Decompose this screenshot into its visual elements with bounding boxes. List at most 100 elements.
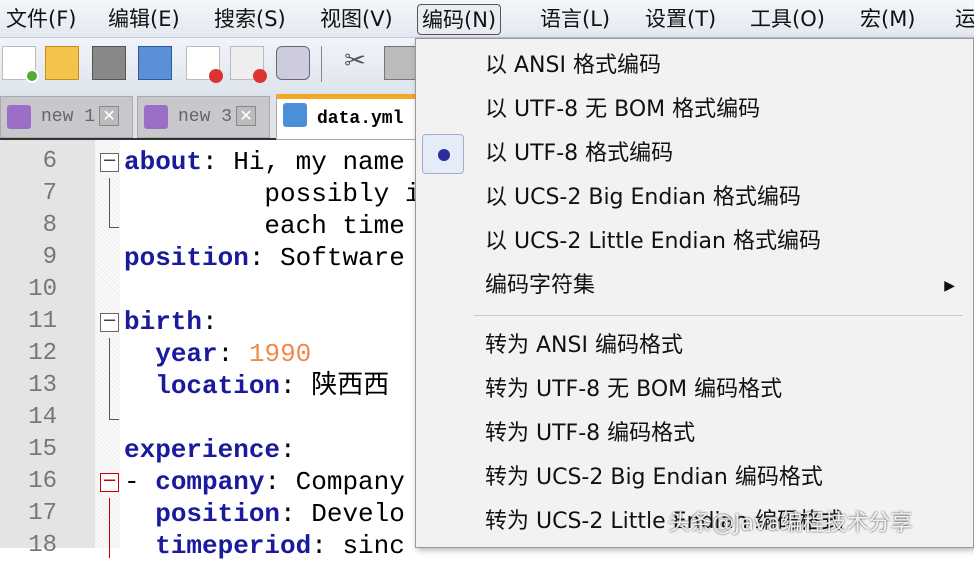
copy-icon[interactable]: [384, 46, 418, 80]
item-label: 以 ANSI 格式编码: [485, 53, 661, 78]
menu-item-convert-utf8-no-bom[interactable]: 转为 UTF-8 无 BOM 编码格式: [416, 368, 974, 412]
menu-search[interactable]: 搜索(S): [210, 4, 290, 35]
yaml-value: : Company: [264, 467, 405, 497]
yaml-key: year: [155, 339, 218, 369]
line-number: 9: [42, 244, 57, 271]
menu-item-convert-utf8[interactable]: 转为 UTF-8 编码格式: [416, 412, 974, 456]
yaml-value: :: [202, 307, 218, 337]
yaml-value: : 陕西西: [280, 371, 390, 401]
file-icon: [7, 105, 31, 129]
line-number: 15: [28, 436, 57, 463]
code-text: timeperiod: sinc: [124, 530, 405, 562]
menu-separator: [474, 315, 963, 316]
yaml-key: timeperiod: [155, 531, 312, 561]
yaml-key: about: [124, 147, 203, 177]
code-text: possibly im: [124, 178, 436, 210]
menu-edit[interactable]: 编辑(E): [104, 4, 184, 35]
menu-item-encode-utf8[interactable]: 以 UTF-8 格式编码: [416, 132, 974, 176]
menu-item-convert-ucs2-be[interactable]: 转为 UCS-2 Big Endian 编码格式: [416, 456, 974, 500]
line-number: 8: [42, 212, 57, 239]
menu-bar: 文件(F) 编辑(E) 搜索(S) 视图(V) 编码(N) 语言(L) 设置(T…: [0, 0, 974, 38]
menu-item-encode-ucs2-be[interactable]: 以 UCS-2 Big Endian 格式编码: [416, 176, 974, 220]
print-icon[interactable]: [276, 46, 310, 80]
yaml-value: : Develo: [280, 499, 405, 529]
item-label: 转为 ANSI 编码格式: [485, 333, 683, 358]
code-text: - company: Company: [124, 466, 405, 498]
tab-new-3[interactable]: new 3 ✕: [137, 96, 270, 138]
file-icon: [283, 103, 307, 127]
encoding-dropdown-menu: 以 ANSI 格式编码 以 UTF-8 无 BOM 格式编码 以 UTF-8 格…: [415, 38, 974, 548]
submenu-arrow-icon: ▶: [944, 278, 955, 294]
yaml-value: : Software: [248, 243, 405, 273]
code-text: location: 陕西西: [124, 370, 389, 402]
code-text: each time I: [124, 210, 436, 242]
radio-selected-icon: [422, 134, 464, 174]
tab-label: new 3: [178, 107, 233, 127]
close-all-icon[interactable]: [230, 46, 267, 83]
tab-close-icon[interactable]: ✕: [236, 106, 257, 127]
yaml-key: location: [155, 371, 281, 401]
code-text: birth:: [124, 306, 218, 338]
yaml-number: 1990: [248, 339, 312, 369]
item-label: 以 UCS-2 Little Endian 格式编码: [485, 229, 821, 254]
close-icon[interactable]: [186, 46, 223, 83]
item-label: 转为 UCS-2 Big Endian 编码格式: [485, 465, 823, 490]
cut-icon[interactable]: ✂: [338, 46, 372, 80]
menu-item-charset[interactable]: 编码字符集 ▶: [416, 264, 974, 308]
file-icon: [144, 105, 168, 129]
yaml-key: position: [124, 243, 249, 273]
yaml-value: : sinc: [311, 531, 405, 561]
code-value: each time I: [124, 211, 437, 241]
save-icon[interactable]: [92, 46, 126, 80]
yaml-key: birth: [124, 307, 203, 337]
code-text: position: Software: [124, 242, 405, 274]
line-number: 12: [28, 340, 57, 367]
menu-encoding[interactable]: 编码(N): [417, 4, 502, 35]
line-number: 18: [28, 532, 57, 559]
menu-item-encode-ansi[interactable]: 以 ANSI 格式编码: [416, 44, 974, 88]
fold-toggle-icon[interactable]: −: [100, 312, 119, 332]
open-file-icon[interactable]: [45, 46, 79, 80]
item-label: 转为 UTF-8 编码格式: [485, 421, 696, 446]
fold-toggle-icon[interactable]: −: [100, 472, 119, 492]
menu-item-encode-ucs2-le[interactable]: 以 UCS-2 Little Endian 格式编码: [416, 220, 974, 264]
yaml-key: company: [155, 467, 265, 497]
menu-macro[interactable]: 宏(M): [856, 4, 920, 35]
save-all-icon[interactable]: [138, 46, 172, 80]
code-value: possibly im: [124, 179, 437, 209]
menu-run[interactable]: 运: [951, 4, 974, 35]
line-number: 16: [28, 468, 57, 495]
tab-close-icon[interactable]: ✕: [99, 106, 120, 127]
menu-item-convert-ansi[interactable]: 转为 ANSI 编码格式: [416, 324, 974, 368]
line-number: 13: [28, 372, 57, 399]
line-number: 6: [42, 148, 57, 175]
line-number: 11: [28, 308, 57, 335]
tab-new-1[interactable]: new 1 ✕: [0, 96, 133, 138]
yaml-key: experience: [124, 435, 281, 465]
menu-tools[interactable]: 工具(O): [746, 4, 829, 35]
line-number: 14: [28, 404, 57, 431]
toolbar-divider: [321, 46, 322, 82]
code-text: experience:: [124, 434, 296, 466]
yaml-value: :: [280, 435, 296, 465]
menu-settings[interactable]: 设置(T): [641, 4, 720, 35]
watermark: 头条@Java编程技术分享: [668, 511, 913, 536]
tab-label: new 1: [41, 107, 96, 127]
code-text: position: Develo: [124, 498, 405, 530]
new-file-icon[interactable]: [2, 46, 39, 83]
menu-item-encode-utf8-no-bom[interactable]: 以 UTF-8 无 BOM 格式编码: [416, 88, 974, 132]
menu-file[interactable]: 文件(F): [2, 4, 80, 35]
item-label: 转为 UTF-8 无 BOM 编码格式: [485, 377, 783, 402]
item-label: 以 UTF-8 格式编码: [485, 141, 674, 166]
menu-language[interactable]: 语言(L): [536, 4, 614, 35]
tab-data-yml[interactable]: data.yml: [276, 94, 436, 140]
tab-label: data.yml: [317, 109, 404, 129]
item-label: 以 UCS-2 Big Endian 格式编码: [485, 185, 801, 210]
menu-view[interactable]: 视图(V): [316, 4, 397, 35]
yaml-key: position: [155, 499, 281, 529]
line-number: 7: [42, 180, 57, 207]
fold-toggle-icon[interactable]: −: [100, 152, 119, 172]
